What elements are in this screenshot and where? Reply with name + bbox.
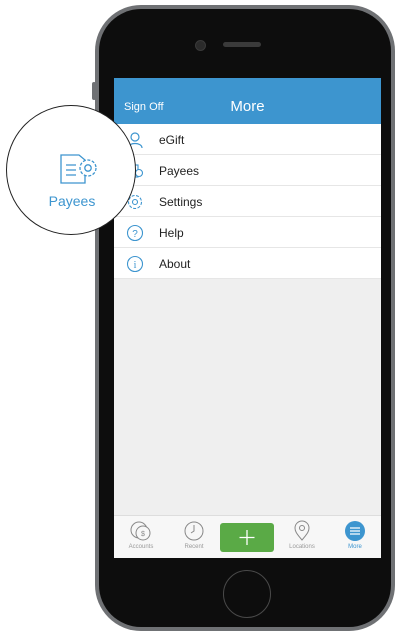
page-title: More [230, 98, 265, 115]
menu-item-label: Payees [159, 164, 200, 178]
accounts-icon: $ [130, 521, 151, 541]
tab-label: Locations [289, 544, 315, 550]
tab-more[interactable]: More [330, 519, 380, 550]
tab-locations[interactable]: Locations [277, 519, 327, 550]
menu-item-egift[interactable]: eGift [114, 124, 381, 155]
svg-text:?: ? [132, 229, 138, 240]
callout-label: Payees [48, 193, 96, 209]
app-screen: Sign Off More eGift Payees Settings ? He… [114, 78, 381, 558]
svg-text:i: i [134, 260, 137, 271]
home-button[interactable] [223, 570, 271, 618]
menu-item-label: Help [159, 226, 184, 240]
more-menu-icon [345, 521, 365, 541]
magnifier-callout: Payees [6, 105, 136, 235]
tab-recent[interactable]: Recent [169, 519, 219, 550]
menu-item-help[interactable]: ? Help [114, 217, 381, 248]
menu-item-label: eGift [159, 133, 185, 147]
earpiece-speaker [223, 42, 261, 47]
menu-item-label: Settings [159, 195, 203, 209]
clock-icon [184, 521, 204, 541]
svg-text:$: $ [141, 531, 145, 538]
mute-switch [92, 82, 96, 100]
menu-item-about[interactable]: i About [114, 248, 381, 279]
more-menu-list: eGift Payees Settings ? Help i About [114, 124, 381, 279]
info-icon: i [126, 255, 144, 273]
payees-icon [60, 154, 97, 184]
plus-icon [239, 530, 255, 545]
help-icon: ? [126, 224, 144, 242]
tab-label: Recent [184, 544, 204, 550]
empty-content-area [114, 280, 381, 515]
front-camera [195, 40, 206, 51]
bottom-tab-bar: $ Accounts Recent Locations More [114, 515, 381, 558]
tab-label: More [348, 544, 362, 550]
tab-accounts[interactable]: $ Accounts [116, 519, 166, 550]
tab-label: Accounts [128, 544, 154, 550]
menu-item-settings[interactable]: Settings [114, 186, 381, 217]
location-pin-icon [294, 520, 310, 541]
add-button[interactable] [220, 523, 274, 552]
menu-item-label: About [159, 257, 191, 271]
menu-item-payees[interactable]: Payees [114, 155, 381, 186]
app-header: Sign Off More [114, 78, 381, 124]
